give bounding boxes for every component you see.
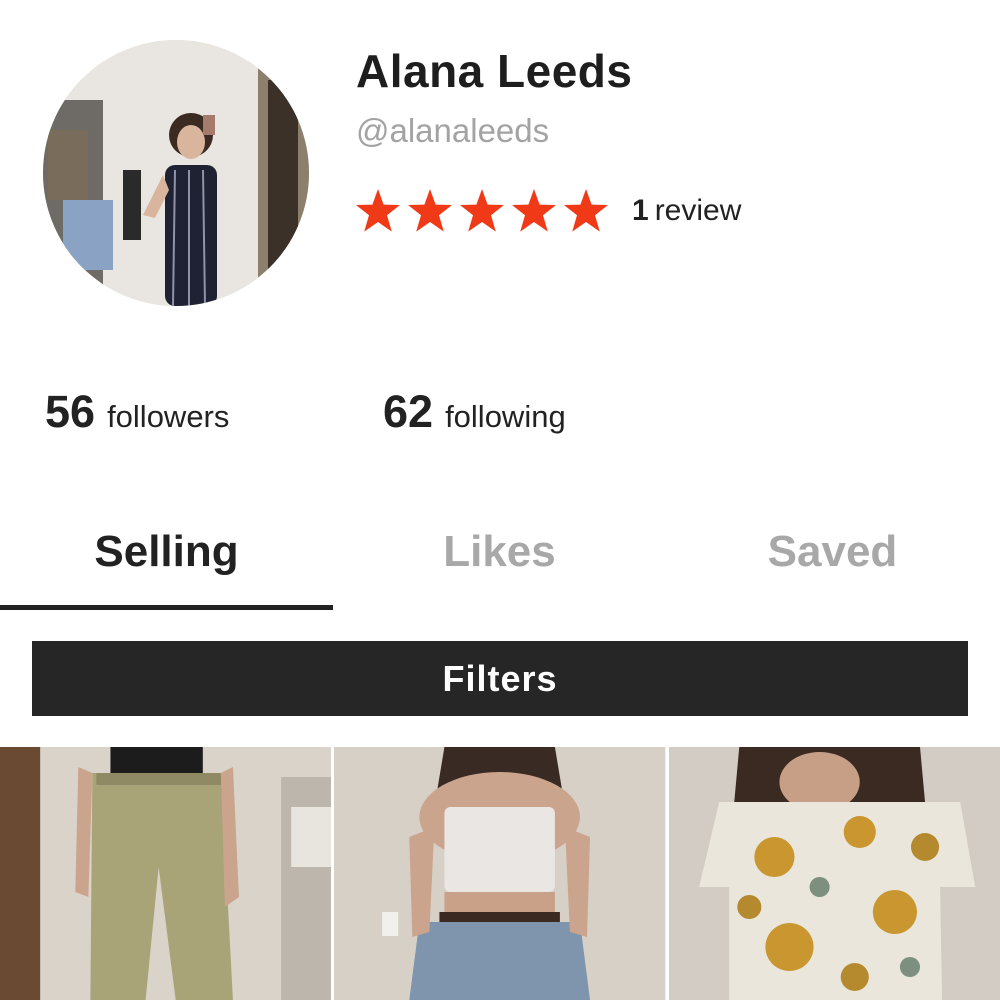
review-count-label: review — [654, 194, 742, 227]
filters-button[interactable]: Filters — [32, 641, 968, 716]
star-icon — [510, 188, 558, 234]
sunflower-blouse-photo — [668, 747, 1000, 1000]
rating[interactable]: 1 review — [354, 186, 741, 236]
listing-item[interactable] — [334, 747, 666, 1000]
white-tube-top-photo — [334, 747, 666, 1000]
profile-page: Alana Leeds @alanaleeds 1 review 56 follo… — [0, 0, 1000, 1000]
listing-item[interactable] — [668, 747, 1000, 1000]
following-label: following — [445, 399, 566, 434]
star-rating — [354, 188, 610, 234]
star-icon — [406, 188, 454, 234]
followers-stat[interactable]: 56 followers — [45, 386, 229, 438]
following-count: 62 — [383, 386, 434, 437]
khaki-pants-photo — [0, 747, 332, 1000]
star-icon — [458, 188, 506, 234]
listing-item[interactable] — [0, 747, 332, 1000]
tab-likes[interactable]: Likes — [333, 515, 666, 610]
tab-selling[interactable]: Selling — [0, 515, 333, 610]
review-count[interactable]: 1 review — [632, 194, 741, 228]
followers-count: 56 — [45, 386, 96, 437]
star-icon — [354, 188, 402, 234]
listings-grid — [0, 747, 1000, 1000]
review-count-number: 1 — [632, 194, 649, 227]
following-stat[interactable]: 62 following — [383, 386, 566, 438]
profile-tabs: Selling Likes Saved — [0, 515, 1000, 610]
tab-saved[interactable]: Saved — [666, 515, 999, 610]
profile-handle: @alanaleeds — [356, 112, 550, 149]
followers-label: followers — [107, 399, 230, 434]
profile-name: Alana Leeds — [356, 45, 633, 97]
star-icon — [562, 188, 610, 234]
avatar[interactable] — [43, 40, 309, 306]
